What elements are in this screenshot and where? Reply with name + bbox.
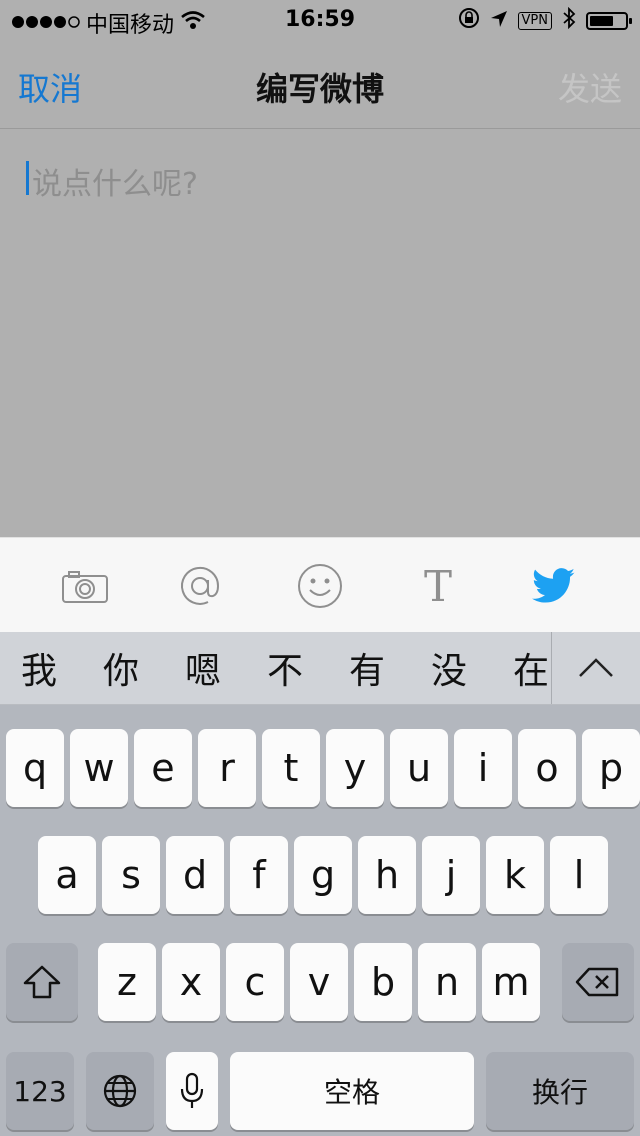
globe-key[interactable] (86, 1052, 154, 1130)
compose-textarea[interactable]: 说点什么呢? (0, 129, 640, 537)
camera-icon[interactable] (55, 556, 115, 616)
text-cursor (26, 161, 29, 195)
bluetooth-icon (562, 6, 576, 35)
candidate-item[interactable]: 嗯 (185, 642, 221, 694)
compose-toolbar: T (0, 537, 640, 633)
key-y[interactable]: y (326, 729, 384, 807)
shift-icon (23, 965, 61, 999)
key-h[interactable]: h (358, 836, 416, 914)
candidate-item[interactable]: 有 (349, 642, 385, 694)
candidate-item[interactable]: 我 (21, 642, 57, 694)
navigation-bar: 取消 编写微博 发送 (0, 40, 640, 129)
backspace-icon (575, 967, 619, 997)
key-u[interactable]: u (390, 729, 448, 807)
chevron-up-icon (579, 658, 613, 677)
twitter-bird-icon[interactable] (524, 556, 584, 616)
key-x[interactable]: x (162, 943, 220, 1021)
rotation-lock-icon (458, 7, 480, 35)
key-m[interactable]: m (482, 943, 540, 1021)
key-o[interactable]: o (518, 729, 576, 807)
battery-level (590, 16, 613, 26)
candidate-item[interactable]: 不 (267, 642, 303, 694)
send-button[interactable]: 发送 (558, 64, 622, 110)
compose-placeholder: 说点什么呢? (32, 167, 198, 202)
key-i[interactable]: i (454, 729, 512, 807)
candidate-bar: 我 你 嗯 不 有 没 在 (0, 632, 640, 705)
key-f[interactable]: f (230, 836, 288, 914)
key-e[interactable]: e (134, 729, 192, 807)
key-b[interactable]: b (354, 943, 412, 1021)
key-n[interactable]: n (418, 943, 476, 1021)
key-l[interactable]: l (550, 836, 608, 914)
candidate-item[interactable]: 在 (513, 642, 549, 694)
candidate-item[interactable]: 没 (431, 642, 467, 694)
key-g[interactable]: g (294, 836, 352, 914)
key-k[interactable]: k (486, 836, 544, 914)
key-s[interactable]: s (102, 836, 160, 914)
key-d[interactable]: d (166, 836, 224, 914)
location-icon (490, 9, 508, 34)
key-c[interactable]: c (226, 943, 284, 1021)
microphone-key[interactable] (166, 1052, 218, 1130)
globe-icon (103, 1074, 137, 1108)
key-a[interactable]: a (38, 836, 96, 914)
keyboard: q w e r t y u i o p a s d f g h j k l z … (0, 705, 640, 1136)
page-title: 编写微博 (255, 70, 384, 108)
text-format-button[interactable]: T (408, 556, 468, 616)
emoji-icon[interactable] (290, 556, 350, 616)
numbers-key[interactable]: 123 (6, 1052, 74, 1130)
key-w[interactable]: w (70, 729, 128, 807)
key-r[interactable]: r (198, 729, 256, 807)
mention-icon[interactable] (170, 556, 230, 616)
delete-key[interactable] (562, 943, 634, 1021)
key-j[interactable]: j (422, 836, 480, 914)
microphone-icon (180, 1072, 204, 1108)
candidate-item[interactable]: 你 (103, 642, 139, 694)
key-q[interactable]: q (6, 729, 64, 807)
battery-icon (586, 12, 632, 30)
space-key[interactable]: 空格 (230, 1052, 474, 1130)
key-t[interactable]: t (262, 729, 320, 807)
status-bar: 中国移动 16:59 VPN (0, 0, 640, 40)
expand-candidates-button[interactable] (551, 632, 640, 704)
shift-key[interactable] (6, 943, 78, 1021)
key-z[interactable]: z (98, 943, 156, 1021)
status-right: VPN (458, 6, 632, 35)
key-p[interactable]: p (582, 729, 640, 807)
vpn-badge: VPN (517, 12, 552, 30)
return-key[interactable]: 换行 (486, 1052, 634, 1130)
key-v[interactable]: v (290, 943, 348, 1021)
